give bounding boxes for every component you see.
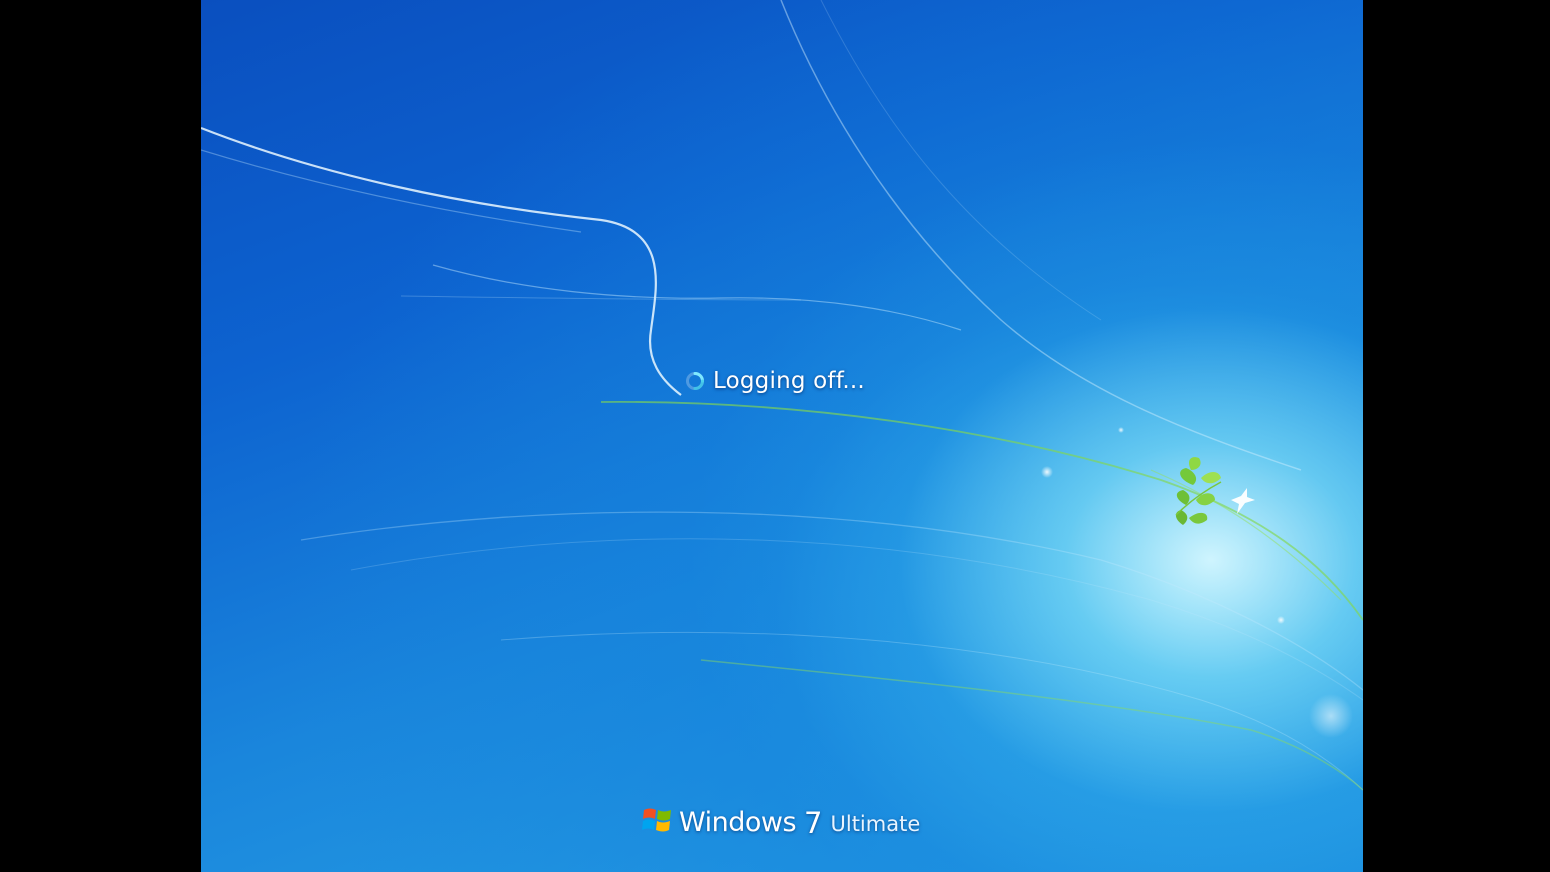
bird-decoration: [1231, 488, 1255, 514]
product-edition: Ultimate: [830, 812, 921, 836]
windows-flag-icon: [642, 808, 671, 832]
logoff-screen: Logging off... Windows 7 Ultimate: [201, 0, 1363, 872]
leaves-decoration: [1175, 457, 1222, 525]
wallpaper-swooshes: [201, 0, 1363, 791]
letterbox-left: [0, 0, 201, 872]
busy-spinner-icon: [686, 372, 704, 390]
letterbox-right: [1363, 0, 1550, 872]
status-message: Logging off...: [713, 368, 865, 394]
product-name: Windows: [679, 807, 797, 838]
windows-branding: Windows 7 Ultimate: [641, 798, 920, 842]
product-version: 7: [804, 806, 823, 840]
status-area: Logging off...: [685, 364, 865, 398]
